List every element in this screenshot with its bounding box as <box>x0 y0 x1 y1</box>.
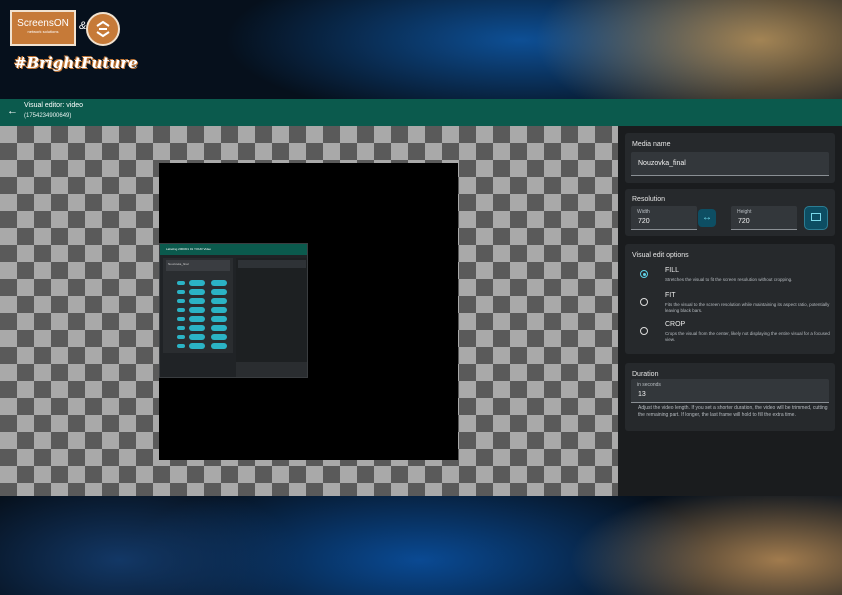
duration-label: Duration <box>632 371 659 378</box>
visual-edit-card: Visual edit options FILL Stretches the v… <box>625 244 835 354</box>
duration-value: 13 <box>638 391 646 398</box>
thumbnail-input: Nouzovka_final <box>166 260 230 271</box>
thumbnail-left-panel: Nouzovka_final <box>163 258 233 353</box>
page-subtitle: (1754234900649) <box>24 113 72 119</box>
duration-field-label: in seconds <box>637 382 661 388</box>
fill-radio[interactable] <box>640 270 648 278</box>
crop-option-desc: Crops the visual from the center, likely… <box>665 331 830 342</box>
swap-dimensions-button[interactable]: ↔ <box>698 209 716 227</box>
width-input[interactable]: Width 720 <box>631 206 697 230</box>
height-label: Height <box>737 209 752 215</box>
page-title: Visual editor: video <box>24 102 84 109</box>
thumbnail-row <box>167 289 231 295</box>
thumbnail-row <box>167 325 231 331</box>
aspect-fit-icon <box>811 213 821 221</box>
thumbnail-footer <box>236 362 307 377</box>
crop-radio[interactable] <box>640 327 648 335</box>
thumbnail-row <box>167 343 231 349</box>
properties-panel: Media name Nouzovka_final Resolution Wid… <box>618 126 842 496</box>
swap-horizontal-icon: ↔ <box>702 212 712 223</box>
crop-option-title: CROP <box>665 321 686 328</box>
back-arrow-icon[interactable]: ← <box>7 105 19 117</box>
fit-option-title: FIT <box>665 292 676 299</box>
thumbnail-right-panel <box>236 258 307 377</box>
media-name-label: Media name <box>632 141 671 148</box>
thumbnail-row <box>167 280 231 286</box>
fit-option-desc: Fits the visual to the screen resolution… <box>665 302 830 313</box>
thumbnail-row <box>167 316 231 322</box>
hashtag-text: #BrightFuture <box>14 54 138 72</box>
visual-edit-label: Visual edit options <box>632 252 689 259</box>
thumbnail-title-bar: Labeling 2000/01 01 YOUR Video <box>160 244 307 255</box>
duration-card: Duration in seconds 13 <box>625 363 835 431</box>
preview-canvas: Labeling 2000/01 01 YOUR Video Nouzovka_… <box>0 126 618 496</box>
duration-input[interactable]: in seconds 13 <box>631 379 829 403</box>
fill-option-desc: Stretches the visual to fit the screen r… <box>665 277 793 282</box>
media-name-card: Media name Nouzovka_final <box>625 133 835 183</box>
fill-option-title: FILL <box>665 267 680 274</box>
brand-logo: ScreensON network solutions & #BrightFut… <box>10 10 138 80</box>
fit-radio[interactable] <box>640 298 648 306</box>
width-label: Width <box>637 209 650 215</box>
width-value: 720 <box>638 218 650 225</box>
partner-logo-icon <box>86 12 120 46</box>
logo-text: ScreensON <box>17 18 69 29</box>
thumbnail-search <box>238 260 306 268</box>
aspect-fit-button[interactable] <box>804 206 828 230</box>
media-name-input[interactable]: Nouzovka_final <box>631 152 829 176</box>
video-frame-thumbnail: Labeling 2000/01 01 YOUR Video Nouzovka_… <box>159 243 308 378</box>
height-value: 720 <box>738 218 750 225</box>
thumbnail-row <box>167 307 231 313</box>
height-input[interactable]: Height 720 <box>731 206 797 230</box>
media-name-value: Nouzovka_final <box>638 160 686 167</box>
screenson-logo: ScreensON network solutions <box>10 10 76 46</box>
duration-help-text: Adjust the video length. If you set a sh… <box>638 405 828 418</box>
video-preview: Labeling 2000/01 01 YOUR Video Nouzovka_… <box>159 163 458 460</box>
logo-subtext: network solutions <box>27 29 59 34</box>
top-app-bar: ← Visual editor: video (1754234900649) <box>0 99 842 126</box>
thumbnail-row <box>167 334 231 340</box>
thumbnail-row <box>167 298 231 304</box>
resolution-label: Resolution <box>632 196 666 203</box>
